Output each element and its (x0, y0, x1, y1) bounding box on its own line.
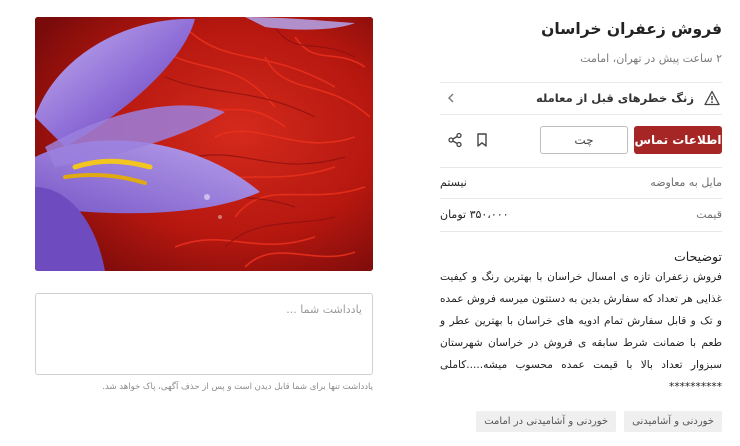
note-hint: یادداشت تنها برای شما قابل دیدن است و پس… (102, 382, 373, 392)
share-icon[interactable] (446, 131, 464, 149)
detail-row-price: قیمت ۳۵۰،۰۰۰ تومان (440, 200, 722, 230)
description-body: فروش زعفران تازه ی امسال خراسان با بهتری… (440, 271, 722, 393)
category-tag[interactable]: خوردنی و آشامیدنی در امامت (476, 411, 617, 432)
price-value: ۳۵۰،۰۰۰ تومان (440, 208, 509, 221)
divider (440, 231, 722, 232)
warning-triangle-icon (704, 90, 720, 106)
detail-value: نیستم (440, 176, 467, 189)
safety-warning-link[interactable]: زنگ خطرهای قبل از معامله (440, 84, 722, 114)
category-tags: خوردنی و آشامیدنی خوردنی و آشامیدنی در ا… (476, 411, 722, 432)
detail-row-exchange: مایل به معاوضه نیستم (440, 168, 722, 198)
divider (440, 82, 722, 83)
chevron-left-icon (448, 93, 454, 103)
divider (440, 114, 722, 115)
listing-photo[interactable] (35, 17, 373, 271)
description-heading: توضیحات (674, 249, 722, 264)
detail-key: قیمت (696, 208, 722, 221)
safety-warning-label: زنگ خطرهای قبل از معامله (536, 91, 694, 105)
chat-button[interactable]: چت (540, 126, 628, 154)
detail-key: مایل به معاوضه (650, 176, 722, 189)
note-input[interactable] (35, 293, 373, 375)
saffron-crocus-photo (35, 17, 373, 271)
category-tag[interactable]: خوردنی و آشامیدنی (624, 411, 722, 432)
bookmark-icon[interactable] (473, 131, 491, 149)
listing-details-panel: فروش زعفران خراسان ۲ ساعت پیش در تهران، … (440, 0, 722, 446)
listing-subtitle: ۲ ساعت پیش در تهران، امامت (580, 52, 722, 65)
divider (440, 198, 722, 199)
listing-title: فروش زعفران خراسان (541, 20, 722, 38)
contact-info-button[interactable]: اطلاعات تماس (634, 126, 722, 154)
